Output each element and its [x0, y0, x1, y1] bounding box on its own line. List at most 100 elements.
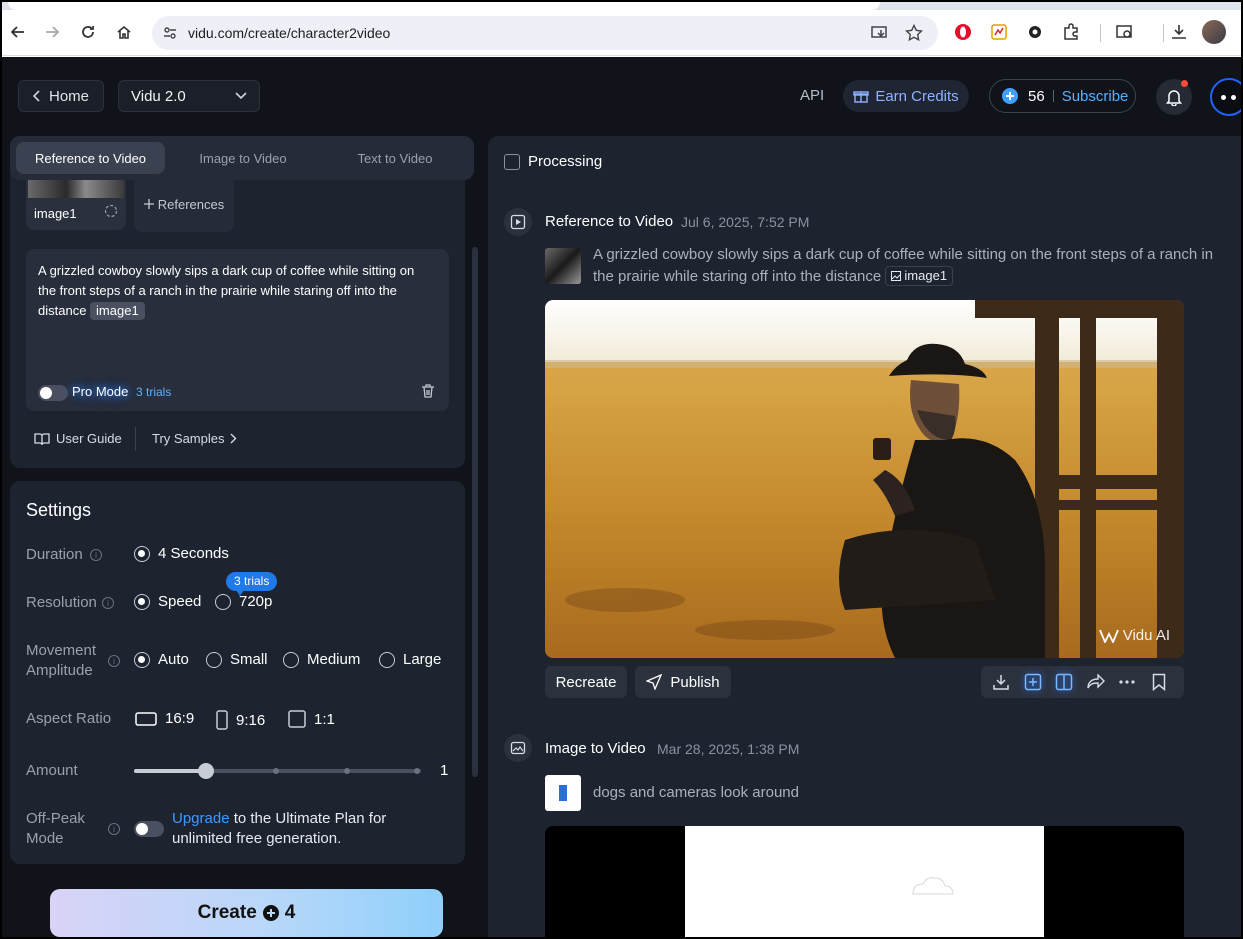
- trash-icon[interactable]: [420, 383, 438, 401]
- aspect-option-label: 1:1: [314, 710, 335, 728]
- opera-extension-icon[interactable]: [952, 21, 974, 43]
- generated-video[interactable]: Vidu AI: [545, 300, 1184, 658]
- home-icon[interactable]: [110, 18, 138, 46]
- history-item-prompt: dogs and cameras look around: [593, 784, 799, 801]
- top-bar: Home Vidu 2.0 API Earn Credits 56 Subscr…: [2, 57, 1241, 135]
- download-icon[interactable]: [991, 672, 1011, 692]
- settings-panel: Settings Duration i 4 Seconds Resolution…: [10, 481, 465, 864]
- tab-reference-to-video[interactable]: Reference to Video: [16, 142, 165, 174]
- profile-avatar[interactable]: [1202, 20, 1226, 44]
- create-button[interactable]: Create 4: [50, 889, 443, 937]
- pill-divider: [1052, 90, 1054, 102]
- reference-card[interactable]: image1: [26, 176, 126, 230]
- offpeak-toggle[interactable]: [134, 821, 164, 837]
- info-icon[interactable]: i: [108, 823, 120, 835]
- upscale-icon[interactable]: [1054, 672, 1074, 692]
- pro-mode-trials[interactable]: 3 trials: [136, 385, 171, 399]
- back-icon[interactable]: [4, 18, 32, 46]
- movement-option-large[interactable]: Large: [379, 651, 441, 668]
- user-guide-link[interactable]: User Guide: [34, 431, 122, 446]
- bookmark-star-icon[interactable]: [904, 23, 924, 43]
- resolution-option-label: Speed: [158, 593, 202, 610]
- downloads-icon[interactable]: [1168, 21, 1190, 43]
- aspect-option-9-16[interactable]: 9:16: [216, 710, 265, 730]
- bookmark-icon[interactable]: [1149, 672, 1169, 692]
- recreate-button[interactable]: Recreate: [545, 666, 627, 698]
- resolution-option-speed[interactable]: Speed: [134, 593, 201, 610]
- movement-option-medium[interactable]: Medium: [283, 651, 360, 668]
- gift-icon: [853, 88, 870, 104]
- credit-coin-icon: [262, 905, 279, 921]
- movement-option-label: Medium: [307, 651, 361, 668]
- prompt-textarea[interactable]: A grizzled cowboy slowly sips a dark cup…: [26, 249, 449, 411]
- pro-mode-toggle[interactable]: [38, 385, 68, 401]
- tab-strip: [2, 2, 1241, 10]
- plus-icon: [143, 199, 154, 209]
- color-extension-icon[interactable]: [988, 21, 1010, 43]
- url-text: vidu.com/create/character2video: [188, 25, 391, 41]
- info-icon[interactable]: i: [108, 655, 120, 667]
- address-bar[interactable]: vidu.com/create/character2video: [152, 16, 938, 50]
- history-item-date: Mar 28, 2025, 1:38 PM: [657, 741, 800, 757]
- offpeak-label-line2: Mode: [26, 830, 64, 847]
- tab-search-icon[interactable]: [1114, 21, 1136, 43]
- api-link[interactable]: API: [800, 87, 824, 104]
- landscape-icon: [135, 711, 157, 726]
- aspect-option-label: 16:9: [165, 710, 195, 727]
- active-tab[interactable]: [8, 2, 880, 10]
- gear-extension-icon[interactable]: [1024, 21, 1046, 43]
- movement-label-line2: Amplitude: [26, 662, 93, 679]
- puzzle-extensions-icon[interactable]: [1060, 21, 1082, 43]
- slider-handle[interactable]: [198, 763, 214, 779]
- aspect-option-16-9[interactable]: 16:9: [135, 710, 194, 727]
- left-scrollbar[interactable]: [472, 247, 478, 777]
- info-icon[interactable]: i: [90, 549, 102, 561]
- share-icon[interactable]: [1086, 672, 1106, 692]
- tab-text-to-video[interactable]: Text to Video: [322, 142, 468, 174]
- try-samples-link[interactable]: Try Samples: [152, 431, 237, 446]
- amount-label: Amount: [26, 762, 78, 779]
- aspect-option-1-1[interactable]: 1:1: [288, 710, 335, 728]
- credits-pill[interactable]: 56 Subscribe: [989, 79, 1136, 113]
- trials-badge: 3 trials: [226, 572, 278, 596]
- subscribe-link[interactable]: Subscribe: [1062, 88, 1129, 105]
- avatar-eye: [1221, 95, 1226, 100]
- bell-icon: [1166, 88, 1182, 106]
- home-button[interactable]: Home: [18, 80, 104, 112]
- vidu-app: Home Vidu 2.0 API Earn Credits 56 Subscr…: [2, 57, 1241, 937]
- add-references-button[interactable]: References: [134, 176, 234, 232]
- upgrade-link[interactable]: Upgrade: [172, 810, 230, 827]
- publish-button[interactable]: Publish: [635, 666, 731, 698]
- duration-option-4s[interactable]: 4 Seconds: [134, 545, 229, 562]
- offpeak-label: Off-Peak Mode: [26, 809, 85, 849]
- chevron-down-icon: [235, 92, 247, 100]
- book-icon: [34, 432, 50, 446]
- extend-video-icon[interactable]: [1023, 672, 1043, 692]
- create-label: Create: [197, 902, 257, 923]
- amount-slider[interactable]: [134, 763, 421, 779]
- avatar-eye: [1231, 95, 1236, 100]
- reload-icon[interactable]: [74, 18, 102, 46]
- notifications-button[interactable]: [1156, 79, 1192, 115]
- model-select[interactable]: Vidu 2.0: [118, 80, 260, 112]
- processing-checkbox[interactable]: [504, 154, 520, 170]
- image-icon: [891, 271, 902, 281]
- tab-image-to-video[interactable]: Image to Video: [170, 142, 316, 174]
- generated-video[interactable]: [545, 826, 1184, 937]
- site-settings-icon[interactable]: [160, 23, 180, 43]
- radio-dot: [379, 651, 395, 668]
- send-icon: [646, 674, 663, 690]
- recreate-label: Recreate: [555, 673, 617, 691]
- resolution-option-label: 720p: [239, 593, 273, 610]
- user-avatar[interactable]: [1210, 78, 1241, 116]
- add-references-label: References: [157, 196, 225, 212]
- replace-icon[interactable]: [104, 204, 120, 220]
- more-options-icon[interactable]: [1117, 672, 1137, 692]
- install-app-icon[interactable]: [870, 23, 890, 43]
- info-icon[interactable]: i: [102, 597, 114, 609]
- forward-icon[interactable]: [38, 18, 66, 46]
- earn-credits-button[interactable]: Earn Credits: [843, 80, 969, 112]
- movement-option-small[interactable]: Small: [206, 651, 268, 668]
- history-item-date: Jul 6, 2025, 7:52 PM: [681, 214, 810, 230]
- movement-option-auto[interactable]: Auto: [134, 651, 189, 668]
